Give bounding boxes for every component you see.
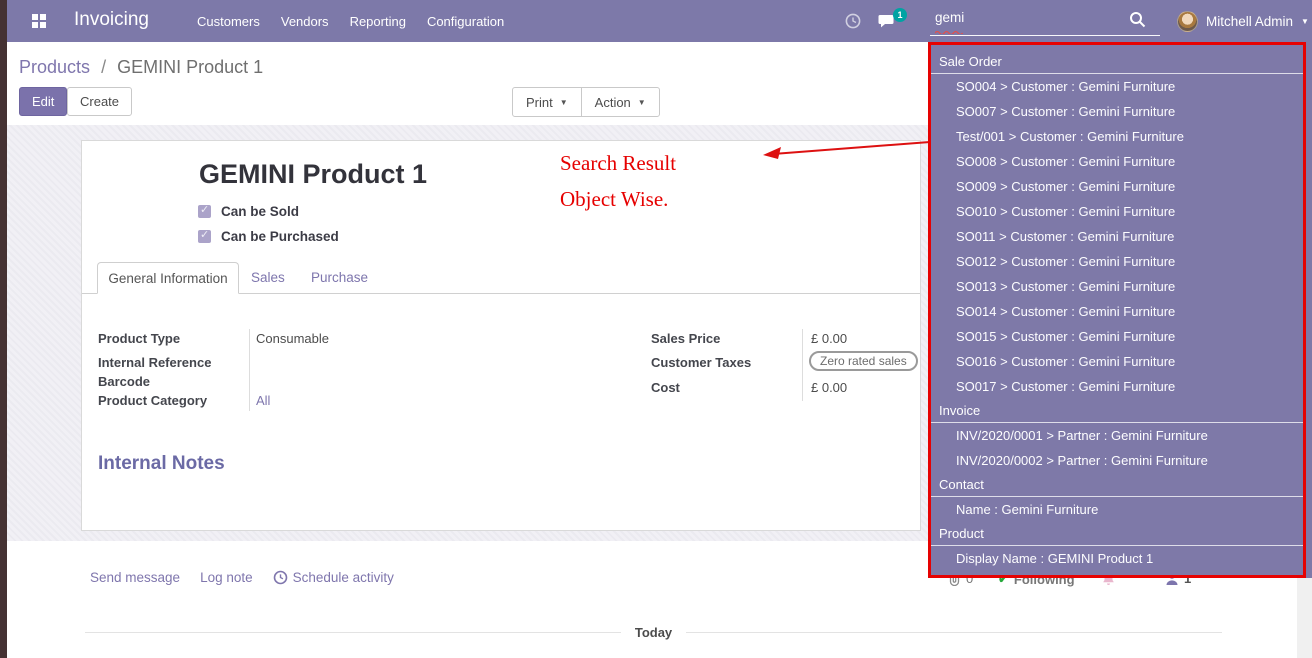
annotation-text: Search Result Object Wise. <box>560 145 676 217</box>
sales-price-label: Sales Price <box>651 331 720 346</box>
breadcrumb: Products / GEMINI Product 1 <box>19 57 263 78</box>
can-be-sold-label: Can be Sold <box>221 204 299 219</box>
action-button[interactable]: Action ▼ <box>581 87 660 117</box>
search-result-item[interactable]: SO011 > Customer : Gemini Furniture <box>931 224 1303 249</box>
annotation-line-1: Search Result <box>560 145 676 181</box>
action-label: Action <box>595 95 631 110</box>
customer-taxes-label: Customer Taxes <box>651 355 751 370</box>
can-be-purchased-row: Can be Purchased <box>198 229 339 244</box>
window-edge-strip <box>0 0 7 658</box>
log-note-link[interactable]: Log note <box>200 570 253 585</box>
chevron-down-icon: ▼ <box>560 98 568 107</box>
search-result-item[interactable]: INV/2020/0002 > Partner : Gemini Furnitu… <box>931 448 1303 473</box>
schedule-clock-icon <box>273 570 288 585</box>
product-category-value[interactable]: All <box>256 393 270 408</box>
scrollbar-track[interactable] <box>1297 578 1312 658</box>
search-result-item[interactable]: Name : Gemini Furniture <box>931 497 1303 522</box>
product-title: GEMINI Product 1 <box>199 159 427 190</box>
product-type-label: Product Type <box>98 331 180 346</box>
menu-configuration[interactable]: Configuration <box>427 14 504 29</box>
breadcrumb-current: GEMINI Product 1 <box>117 57 263 77</box>
search-result-item[interactable]: Test/001 > Customer : Gemini Furniture <box>931 124 1303 149</box>
global-search <box>930 6 1160 36</box>
menu-customers[interactable]: Customers <box>197 14 260 29</box>
messages-count-badge: 1 <box>893 8 907 22</box>
activities-clock-icon[interactable] <box>845 13 861 34</box>
print-label: Print <box>526 95 553 110</box>
schedule-activity-label: Schedule activity <box>293 570 394 585</box>
product-category-label: Product Category <box>98 393 207 408</box>
search-result-item[interactable]: SO017 > Customer : Gemini Furniture <box>931 374 1303 399</box>
create-button[interactable]: Create <box>67 87 132 116</box>
search-icon[interactable] <box>1129 11 1146 33</box>
can-be-sold-row: Can be Sold <box>198 204 299 219</box>
menu-reporting[interactable]: Reporting <box>350 14 406 29</box>
search-input[interactable] <box>935 10 1125 25</box>
search-result-item[interactable]: SO004 > Customer : Gemini Furniture <box>931 74 1303 99</box>
search-result-item[interactable]: SO010 > Customer : Gemini Furniture <box>931 199 1303 224</box>
can-be-sold-checkbox[interactable] <box>198 205 211 218</box>
internal-notes-heading: Internal Notes <box>98 453 225 475</box>
search-result-item[interactable]: SO012 > Customer : Gemini Furniture <box>931 249 1303 274</box>
search-group-header: Invoice <box>931 399 1303 423</box>
search-result-item[interactable]: SO015 > Customer : Gemini Furniture <box>931 324 1303 349</box>
tab-sales[interactable]: Sales <box>251 270 285 285</box>
field-separator <box>249 329 250 411</box>
schedule-activity-link[interactable]: Schedule activity <box>273 570 394 585</box>
tab-purchase[interactable]: Purchase <box>311 270 368 285</box>
print-action-buttons: Print ▼ Action ▼ <box>512 87 660 117</box>
chevron-down-icon: ▼ <box>638 98 646 107</box>
search-results-list: Sale OrderSO004 > Customer : Gemini Furn… <box>931 45 1303 571</box>
can-be-purchased-checkbox[interactable] <box>198 230 211 243</box>
sales-price-value[interactable]: £ 0.00 <box>811 331 847 346</box>
product-type-value[interactable]: Consumable <box>256 331 329 346</box>
user-avatar <box>1177 11 1198 32</box>
barcode-label: Barcode <box>98 374 150 389</box>
search-result-item[interactable]: SO014 > Customer : Gemini Furniture <box>931 299 1303 324</box>
field-separator <box>802 329 803 401</box>
search-result-item[interactable]: SO007 > Customer : Gemini Furniture <box>931 99 1303 124</box>
send-message-link[interactable]: Send message <box>90 570 180 585</box>
breadcrumb-separator: / <box>101 57 106 77</box>
apps-grid-icon[interactable] <box>32 14 47 29</box>
user-menu[interactable]: Mitchell Admin ▼ <box>1177 0 1309 42</box>
cost-label: Cost <box>651 380 680 395</box>
can-be-purchased-label: Can be Purchased <box>221 229 339 244</box>
today-divider: Today <box>85 625 1222 640</box>
user-name: Mitchell Admin <box>1206 14 1293 29</box>
top-navbar: Invoicing Customers Vendors Reporting Co… <box>7 0 1312 42</box>
invoicing-app-window: Invoicing Customers Vendors Reporting Co… <box>0 0 1312 658</box>
search-group-header: Sale Order <box>931 50 1303 74</box>
print-button[interactable]: Print ▼ <box>512 87 582 117</box>
main-menu: Customers Vendors Reporting Configuratio… <box>197 0 504 42</box>
search-results-dropdown: Sale OrderSO004 > Customer : Gemini Furn… <box>928 42 1306 578</box>
app-title[interactable]: Invoicing <box>74 9 149 31</box>
cost-value[interactable]: £ 0.00 <box>811 380 847 395</box>
search-result-item[interactable]: Display Name : GEMINI Product 1 <box>931 546 1303 571</box>
annotation-arrow <box>755 132 945 164</box>
tab-general-information[interactable]: General Information <box>97 262 239 294</box>
edit-button[interactable]: Edit <box>19 87 67 116</box>
search-group-header: Product <box>931 522 1303 546</box>
chatter-actions: Send message Log note Schedule activity <box>90 570 394 585</box>
search-result-item[interactable]: SO008 > Customer : Gemini Furniture <box>931 149 1303 174</box>
chevron-down-icon: ▼ <box>1301 17 1309 26</box>
search-result-item[interactable]: SO009 > Customer : Gemini Furniture <box>931 174 1303 199</box>
menu-vendors[interactable]: Vendors <box>281 14 329 29</box>
customer-taxes-tag[interactable]: Zero rated sales <box>809 351 918 371</box>
search-result-item[interactable]: SO013 > Customer : Gemini Furniture <box>931 274 1303 299</box>
internal-reference-label: Internal Reference <box>98 355 211 370</box>
annotation-line-2: Object Wise. <box>560 181 676 217</box>
search-group-header: Contact <box>931 473 1303 497</box>
search-result-item[interactable]: SO016 > Customer : Gemini Furniture <box>931 349 1303 374</box>
search-result-item[interactable]: INV/2020/0001 > Partner : Gemini Furnitu… <box>931 423 1303 448</box>
breadcrumb-products-link[interactable]: Products <box>19 57 90 77</box>
product-form-sheet: GEMINI Product 1 Can be Sold Can be Purc… <box>81 140 921 531</box>
today-label: Today <box>635 625 672 640</box>
spellcheck-squiggle <box>935 30 963 34</box>
